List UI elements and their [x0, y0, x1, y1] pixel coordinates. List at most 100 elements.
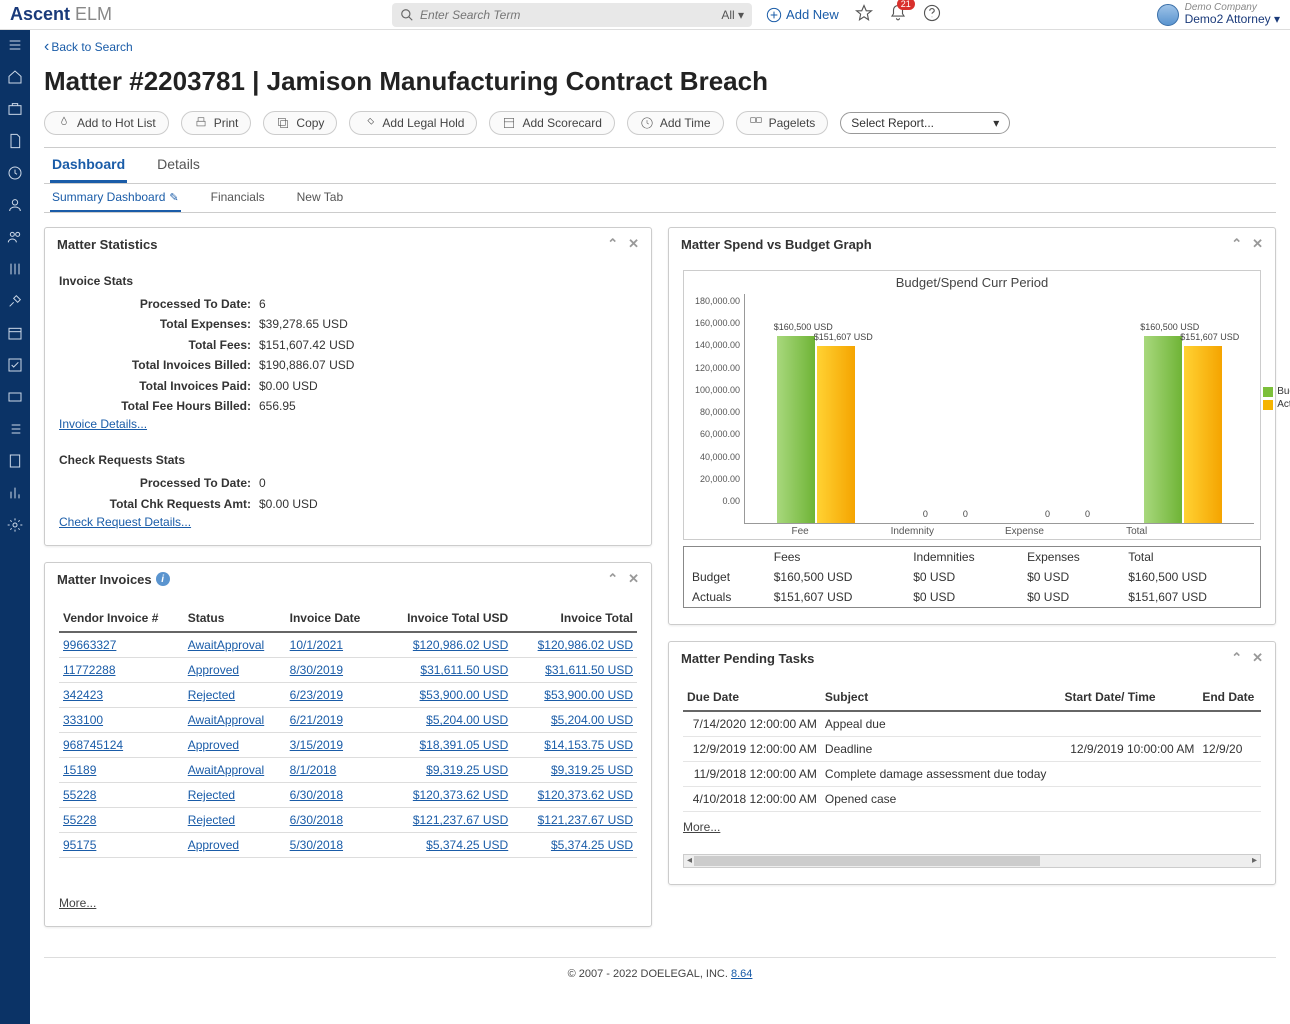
help-button[interactable] — [923, 4, 941, 25]
collapse-icon[interactable]: ⌃ — [1231, 236, 1242, 252]
table-row: 55228Rejected6/30/2018$121,237.67 USD$12… — [59, 808, 637, 833]
plus-circle-icon — [766, 7, 782, 23]
close-icon[interactable]: ✕ — [1252, 236, 1263, 252]
select-report-dropdown[interactable]: Select Report...▾ — [840, 112, 1010, 134]
table-header: Start Date/ Time — [1060, 684, 1198, 711]
invoice-link[interactable]: 968745124 — [63, 738, 123, 752]
chart-bar: $151,607 USD — [817, 346, 855, 523]
table-row: 11/9/2018 12:00:00 AMComplete damage ass… — [683, 762, 1261, 787]
table-row: 968745124Approved3/15/2019$18,391.05 USD… — [59, 733, 637, 758]
table-row: 11772288Approved8/30/2019$31,611.50 USD$… — [59, 658, 637, 683]
invoices-table: Vendor Invoice #StatusInvoice DateInvoic… — [59, 605, 637, 858]
table-row: 55228Rejected6/30/2018$120,373.62 USD$12… — [59, 783, 637, 808]
more-link[interactable]: More... — [59, 896, 96, 910]
table-row: 99663327AwaitApproval10/1/2021$120,986.0… — [59, 632, 637, 658]
horizontal-scrollbar[interactable]: ◂▸ — [683, 854, 1261, 868]
table-header: Fees — [766, 547, 905, 568]
add-hot-list-button[interactable]: Add to Hot List — [44, 111, 169, 135]
invoice-link[interactable]: 15189 — [63, 763, 96, 777]
table-header — [684, 547, 766, 568]
chart-legend: Budget Actuals — [1263, 384, 1290, 412]
table-row: Budget$160,500 USD$0 USD$0 USD$160,500 U… — [684, 567, 1261, 587]
global-search[interactable]: All ▾ — [392, 3, 752, 27]
pagelets-button[interactable]: Pagelets — [736, 111, 829, 135]
invoice-link[interactable]: 342423 — [63, 688, 103, 702]
gavel-icon[interactable] — [6, 292, 24, 310]
table-row: Actuals$151,607 USD$0 USD$0 USD$151,607 … — [684, 587, 1261, 608]
invoice-link[interactable]: 55228 — [63, 813, 96, 827]
home-icon[interactable] — [6, 68, 24, 86]
user-menu[interactable]: Demo Company Demo2 Attorney ▾ — [1157, 2, 1280, 26]
print-button[interactable]: Print — [181, 111, 252, 135]
tasks-table: Due DateSubjectStart Date/ TimeEnd Date … — [683, 684, 1261, 812]
add-time-button[interactable]: Add Time — [627, 111, 724, 135]
check-requests-heading: Check Requests Stats — [59, 453, 637, 467]
card-title: Matter Invoices — [57, 572, 152, 587]
invoice-link[interactable]: 333100 — [63, 713, 103, 727]
invoice-link[interactable]: 55228 — [63, 788, 96, 802]
card-icon[interactable] — [6, 388, 24, 406]
stat-row: Total Fees:$151,607.42 USD — [59, 335, 637, 355]
invoice-link[interactable]: 99663327 — [63, 638, 116, 652]
gear-icon[interactable] — [6, 516, 24, 534]
doc-icon[interactable] — [6, 452, 24, 470]
table-row: 95175Approved5/30/2018$5,374.25 USD$5,37… — [59, 833, 637, 858]
collapse-icon[interactable]: ⌃ — [607, 236, 618, 252]
table-header: Status — [184, 605, 286, 632]
table-header: Subject — [821, 684, 1061, 711]
tab-dashboard[interactable]: Dashboard — [50, 148, 127, 183]
table-header: Indemnities — [905, 547, 1019, 568]
subtab-financials[interactable]: Financials — [209, 184, 267, 212]
sliders-icon[interactable] — [6, 260, 24, 278]
x-label: Indemnity — [856, 526, 968, 537]
close-icon[interactable]: ✕ — [628, 571, 639, 587]
search-input[interactable] — [414, 8, 721, 22]
stat-row: Total Expenses:$39,278.65 USD — [59, 314, 637, 334]
close-icon[interactable]: ✕ — [628, 236, 639, 252]
help-icon — [923, 4, 941, 22]
chart-icon[interactable] — [6, 484, 24, 502]
person-icon[interactable] — [6, 196, 24, 214]
list-icon[interactable] — [6, 420, 24, 438]
copy-button[interactable]: Copy — [263, 111, 337, 135]
briefcase-icon[interactable] — [6, 100, 24, 118]
star-icon — [855, 4, 873, 22]
add-scorecard-button[interactable]: Add Scorecard — [489, 111, 614, 135]
add-new-button[interactable]: Add New — [766, 7, 839, 23]
collapse-icon[interactable]: ⌃ — [607, 571, 618, 587]
info-icon[interactable]: i — [156, 572, 170, 586]
invoice-link[interactable]: 11772288 — [63, 663, 116, 677]
people-icon[interactable] — [6, 228, 24, 246]
check-request-details-link[interactable]: Check Request Details... — [59, 515, 191, 529]
version-link[interactable]: 8.64 — [731, 968, 752, 980]
close-icon[interactable]: ✕ — [1252, 650, 1263, 666]
favorites-button[interactable] — [855, 4, 873, 25]
app-logo: Ascent ELM — [10, 4, 112, 25]
check-icon[interactable] — [6, 356, 24, 374]
table-header: Vendor Invoice # — [59, 605, 184, 632]
clock-icon[interactable] — [6, 164, 24, 182]
add-legal-hold-button[interactable]: Add Legal Hold — [349, 111, 477, 135]
collapse-icon[interactable]: ⌃ — [1231, 650, 1242, 666]
calendar-icon[interactable] — [6, 324, 24, 342]
tab-details[interactable]: Details — [155, 148, 202, 183]
invoice-details-link[interactable]: Invoice Details... — [59, 417, 147, 431]
more-link[interactable]: More... — [683, 820, 720, 834]
card-title: Matter Pending Tasks — [681, 651, 814, 666]
subtab-new[interactable]: New Tab — [295, 184, 345, 212]
search-scope-dropdown[interactable]: All ▾ — [721, 8, 744, 22]
breadcrumb[interactable]: Back to Search — [44, 38, 1276, 56]
table-header: Invoice Total — [512, 605, 637, 632]
x-label: Expense — [968, 526, 1080, 537]
menu-icon[interactable] — [6, 36, 24, 54]
card-title: Matter Statistics — [57, 237, 157, 252]
action-toolbar: Add to Hot List Print Copy Add Legal Hol… — [44, 111, 1276, 135]
pencil-icon[interactable]: ✎ — [169, 192, 178, 204]
invoice-link[interactable]: 95175 — [63, 838, 96, 852]
stat-row: Total Invoices Billed:$190,886.07 USD — [59, 355, 637, 375]
file-icon[interactable] — [6, 132, 24, 150]
chart-bar: $160,500 USD — [777, 336, 815, 523]
subtab-summary[interactable]: Summary Dashboard✎ — [50, 184, 181, 212]
table-header: Due Date — [683, 684, 821, 711]
notifications-button[interactable]: 21 — [889, 4, 907, 25]
